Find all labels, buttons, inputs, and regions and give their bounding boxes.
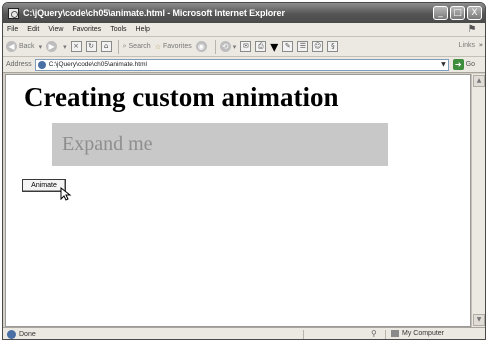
search-button[interactable]: ⌕ Search	[123, 43, 151, 51]
go-arrow-icon: ➜	[452, 59, 464, 70]
window-controls: _ □ X	[433, 6, 482, 20]
research-icon[interactable]: §	[327, 41, 339, 52]
status-bar: Done ⚲ My Computer	[3, 327, 485, 339]
window-title: C:\jQuery\code\ch05\animate.html - Micro…	[23, 8, 285, 18]
menu-bar: File Edit View Favorites Tools Help ⚑	[3, 23, 485, 37]
media-icon: ◉	[195, 41, 207, 52]
menu-edit[interactable]: Edit	[27, 26, 39, 33]
go-label: Go	[465, 61, 476, 68]
status-divider	[303, 330, 304, 339]
page-title: Creating custom animation	[24, 82, 339, 112]
windows-logo-icon: ⚑	[467, 24, 477, 35]
browser-window: C:\jQuery\code\ch05\animate.html - Micro…	[2, 2, 486, 340]
forward-arrow-icon: ▶	[46, 41, 58, 52]
mail-icon[interactable]: ✉	[240, 41, 252, 52]
zone-text: My Computer	[402, 330, 445, 337]
refresh-icon[interactable]: ↻	[85, 41, 97, 52]
print-icon[interactable]: ⎙	[255, 41, 267, 52]
search-icon: ⌕	[122, 42, 127, 50]
address-bar: Address C:\jQuery\code\ch05\animate.html…	[3, 57, 485, 73]
title-bar[interactable]: C:\jQuery\code\ch05\animate.html - Micro…	[3, 3, 485, 23]
toolbar-separator	[214, 39, 216, 54]
security-zone: My Computer	[391, 330, 444, 337]
menu-file[interactable]: File	[7, 26, 18, 33]
links-label[interactable]: Links	[459, 42, 475, 49]
back-button[interactable]: ◀ Back	[6, 41, 35, 52]
menu-favorites[interactable]: Favorites	[72, 26, 101, 33]
ie-page-icon	[7, 330, 16, 339]
toolbar: ◀ Back ▾ ▶ ▾ × ↻ ⌂ ⌕ Search ☆ Favorites …	[3, 37, 485, 57]
security-icon: ⚲	[371, 329, 377, 338]
expand-text: Expand me	[62, 133, 153, 155]
scroll-down-icon[interactable]: ▼	[473, 314, 485, 326]
search-label: Search	[128, 43, 151, 50]
go-button[interactable]: ➜ Go	[452, 59, 476, 70]
favorites-label: Favorites	[162, 43, 192, 50]
minimize-button[interactable]: _	[433, 6, 448, 20]
page-icon	[37, 60, 46, 69]
forward-dropdown-button[interactable]: ▾	[63, 43, 67, 51]
menu-help[interactable]: Help	[136, 26, 150, 33]
star-icon: ☆	[154, 43, 161, 51]
menu-view[interactable]: View	[48, 26, 63, 33]
address-label: Address	[6, 61, 32, 68]
address-url[interactable]: C:\jQuery\code\ch05\animate.html	[49, 61, 147, 68]
mouse-cursor-icon	[60, 187, 72, 201]
close-button[interactable]: X	[467, 6, 482, 20]
favorites-button[interactable]: ☆ Favorites	[155, 43, 192, 51]
internet-explorer-icon	[8, 7, 19, 19]
back-arrow-icon: ◀	[6, 41, 17, 52]
menu-tools[interactable]: Tools	[110, 26, 126, 33]
toolbar-separator	[117, 39, 119, 54]
back-dropdown-button[interactable]: ▾	[39, 43, 43, 51]
vertical-scrollbar[interactable]: ▲ ▼	[471, 74, 485, 327]
edit-icon[interactable]: ✎	[282, 41, 294, 52]
address-input[interactable]: C:\jQuery\code\ch05\animate.html ▼	[34, 58, 449, 71]
maximize-button[interactable]: □	[450, 6, 465, 20]
status-divider	[385, 330, 386, 339]
media-button[interactable]: ◉	[195, 41, 209, 52]
expand-box: Expand me	[52, 123, 388, 166]
history-icon: ⟲	[219, 41, 231, 52]
status-text: Done	[19, 331, 36, 338]
stop-icon[interactable]: ×	[70, 41, 82, 52]
page-content: Creating custom animation Expand me Anim…	[5, 74, 471, 327]
back-label: Back	[19, 43, 35, 50]
scroll-up-icon[interactable]: ▲	[473, 75, 485, 87]
address-dropdown-icon[interactable]: ▼	[441, 61, 446, 68]
discuss-icon[interactable]: ☰	[297, 41, 309, 52]
history-button[interactable]: ⟲ ▾	[219, 41, 236, 52]
computer-icon	[391, 330, 399, 337]
forward-button[interactable]: ▶	[46, 41, 59, 52]
home-icon[interactable]: ⌂	[100, 41, 112, 52]
messenger-icon[interactable]: ☺	[312, 41, 324, 52]
toolbar-chevron-icon[interactable]: »	[479, 41, 483, 49]
